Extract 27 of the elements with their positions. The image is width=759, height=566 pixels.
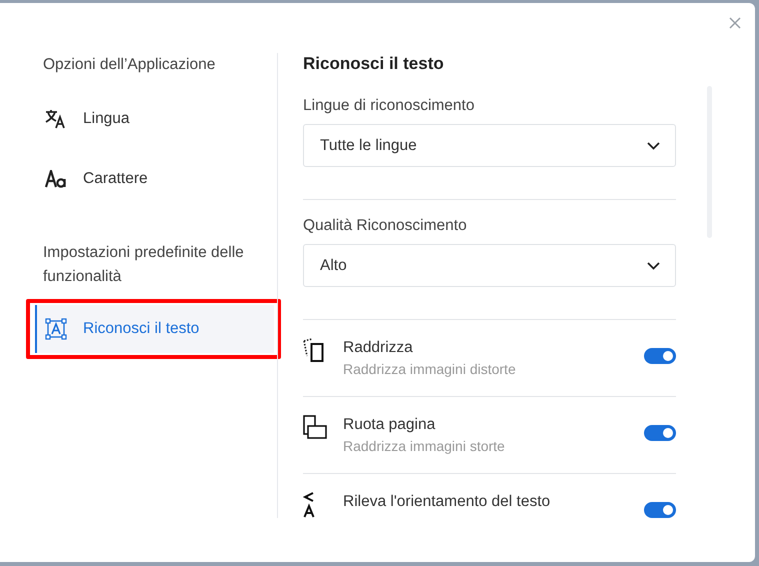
section-title: Impostazioni predefinite delle funzionalità	[42, 243, 245, 287]
option-title: Ruota pagina	[343, 415, 436, 435]
font-icon	[45, 170, 67, 188]
text-orientation-icon	[303, 492, 315, 518]
sidebar-item[interactable]: Carattere	[35, 155, 274, 203]
chevron-down-icon	[647, 142, 660, 150]
field-label: Lingue di riconoscimento	[303, 96, 476, 116]
option-description: Raddrizza immagini storte	[343, 437, 506, 456]
dropdown[interactable]: Tutte le lingue	[303, 124, 676, 167]
text-frame-icon	[45, 318, 67, 340]
translate-icon	[45, 109, 67, 129]
deskew-icon	[303, 338, 325, 362]
option-description: Raddrizza immagini distorte	[343, 360, 517, 379]
toggle-switch[interactable]	[644, 348, 676, 364]
toggle-switch[interactable]	[644, 502, 676, 518]
close-icon[interactable]	[729, 17, 741, 29]
chevron-down-icon	[647, 262, 660, 270]
field-label: Qualità Riconoscimento	[303, 216, 468, 236]
sidebar-item[interactable]: Riconosci il testo	[35, 305, 274, 353]
panel-title: Riconosci il testo	[303, 53, 445, 75]
section-title: Opzioni dell’Applicazione	[42, 55, 216, 75]
option-title: Rileva l'orientamento del testo	[343, 492, 552, 512]
option-title: Raddrizza	[343, 338, 414, 358]
dropdown[interactable]: Alto	[303, 244, 676, 287]
sidebar-item[interactable]: Lingua	[35, 95, 274, 143]
toggle-switch[interactable]	[644, 425, 676, 441]
pages-icon	[303, 415, 327, 439]
